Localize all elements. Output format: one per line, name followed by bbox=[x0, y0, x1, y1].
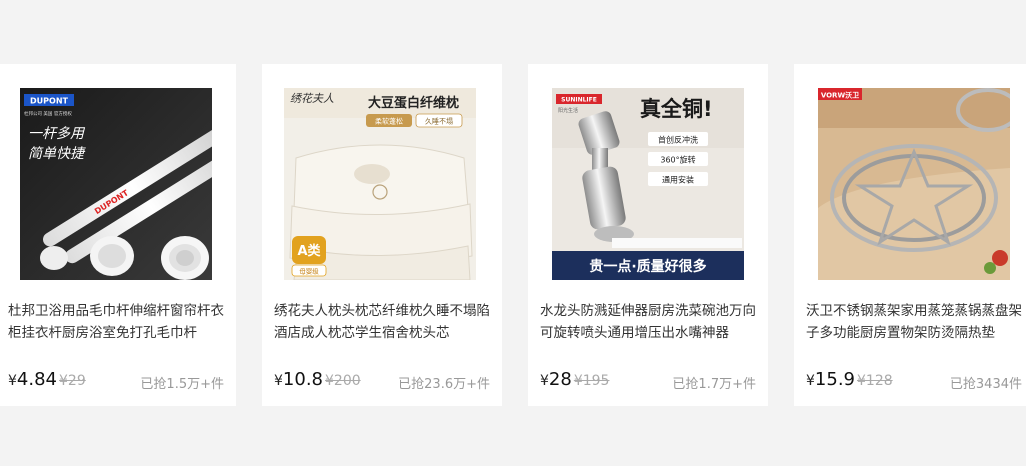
brand-logo-text: VORW沃卫 bbox=[821, 91, 859, 100]
grade-sub-text: 母婴级 bbox=[299, 267, 319, 276]
brand-logo-text: 绣花夫人 bbox=[290, 92, 334, 105]
sale-price: 28 bbox=[548, 369, 572, 390]
sale-price: 10.8 bbox=[282, 369, 323, 390]
product-card-2[interactable]: 绣花夫人 大豆蛋白纤维枕 柔软蓬松 久睡不塌 A类 母婴级 绣花夫人枕头枕芯纤维… bbox=[262, 64, 502, 406]
brand-sub-text: 杜邦公司 美国 官方授权 bbox=[24, 110, 72, 117]
feature-text-2: 360°旋转 bbox=[660, 155, 695, 165]
product-card-4[interactable]: VORW沃卫 沃卫不锈钢蒸架家用蒸笼蒸锅蒸盘架子多功能厨房置物架防烫隔热垫 ¥1… bbox=[794, 64, 1026, 406]
price-row-3: ¥28 ¥195 已抢1.7万+件 bbox=[540, 369, 756, 393]
tag-text-2: 久睡不塌 bbox=[425, 117, 453, 126]
slogan-text-1: 一杆多用 bbox=[28, 126, 86, 142]
sale-price: 4.84 bbox=[16, 369, 57, 390]
product-card-3[interactable]: SUNINLIFE 阳光生活 真全铜! 首创反冲洗 360°旋转 通用安装 贵一… bbox=[528, 64, 768, 406]
tag-text-1: 柔软蓬松 bbox=[375, 117, 403, 126]
original-price: ¥128 bbox=[857, 373, 893, 389]
brand-sub-text: 阳光生活 bbox=[558, 107, 578, 114]
sold-count: 已抢3434件 bbox=[949, 377, 1022, 392]
sold-count: 已抢1.5万+件 bbox=[140, 377, 224, 392]
price-row-4: ¥15.9 ¥128 已抢3434件 bbox=[806, 369, 1022, 393]
feature-text-1: 首创反冲洗 bbox=[658, 135, 698, 145]
price-row-1: ¥4.84 ¥29 已抢1.5万+件 bbox=[8, 369, 224, 393]
grade-text: A类 bbox=[297, 243, 321, 259]
original-price: ¥200 bbox=[325, 373, 361, 389]
currency-symbol: ¥ bbox=[540, 373, 549, 389]
currency-symbol: ¥ bbox=[8, 373, 17, 389]
product-title-2[interactable]: 绣花夫人枕头枕芯纤维枕久睡不塌陷酒店成人枕芯学生宿舍枕头芯 bbox=[274, 300, 500, 344]
original-price: ¥29 bbox=[59, 373, 86, 389]
product-title-3[interactable]: 水龙头防溅延伸器厨房洗菜碗池万向可旋转喷头通用增压出水嘴神器 bbox=[540, 300, 766, 344]
brand-logo-text: DUPONT bbox=[30, 97, 68, 106]
banner-text: 贵一点·质量好很多 bbox=[589, 258, 706, 275]
headline-text: 真全铜! bbox=[640, 97, 713, 121]
price-row-2: ¥10.8 ¥200 已抢23.6万+件 bbox=[274, 369, 490, 393]
product-title-1[interactable]: 杜邦卫浴用品毛巾杆伸缩杆窗帘杆衣柜挂衣杆厨房浴室免打孔毛巾杆 bbox=[8, 300, 234, 344]
sold-count: 已抢23.6万+件 bbox=[398, 377, 490, 392]
product-image-3[interactable]: SUNINLIFE 阳光生活 真全铜! 首创反冲洗 360°旋转 通用安装 贵一… bbox=[552, 88, 744, 280]
original-price: ¥195 bbox=[573, 373, 610, 389]
sold-count: 已抢1.7万+件 bbox=[672, 377, 756, 392]
currency-symbol: ¥ bbox=[806, 373, 815, 389]
headline-text: 大豆蛋白纤维枕 bbox=[368, 95, 459, 111]
currency-symbol: ¥ bbox=[274, 373, 283, 389]
product-card-1[interactable]: DUPONT 杜邦公司 美国 官方授权 一杆多用 简单快捷 DUPONT 杜邦卫… bbox=[0, 64, 236, 406]
slogan-text-2: 简单快捷 bbox=[28, 146, 86, 162]
feature-text-3: 通用安装 bbox=[662, 175, 694, 185]
product-title-4[interactable]: 沃卫不锈钢蒸架家用蒸笼蒸锅蒸盘架子多功能厨房置物架防烫隔热垫 bbox=[806, 300, 1026, 344]
product-image-4[interactable]: VORW沃卫 bbox=[818, 88, 1010, 280]
brand-logo-text: SUNINLIFE bbox=[561, 97, 597, 104]
sale-price: 15.9 bbox=[814, 369, 855, 390]
product-image-1[interactable]: DUPONT 杜邦公司 美国 官方授权 一杆多用 简单快捷 DUPONT bbox=[20, 88, 212, 280]
product-image-2[interactable]: 绣花夫人 大豆蛋白纤维枕 柔软蓬松 久睡不塌 A类 母婴级 bbox=[284, 88, 476, 280]
